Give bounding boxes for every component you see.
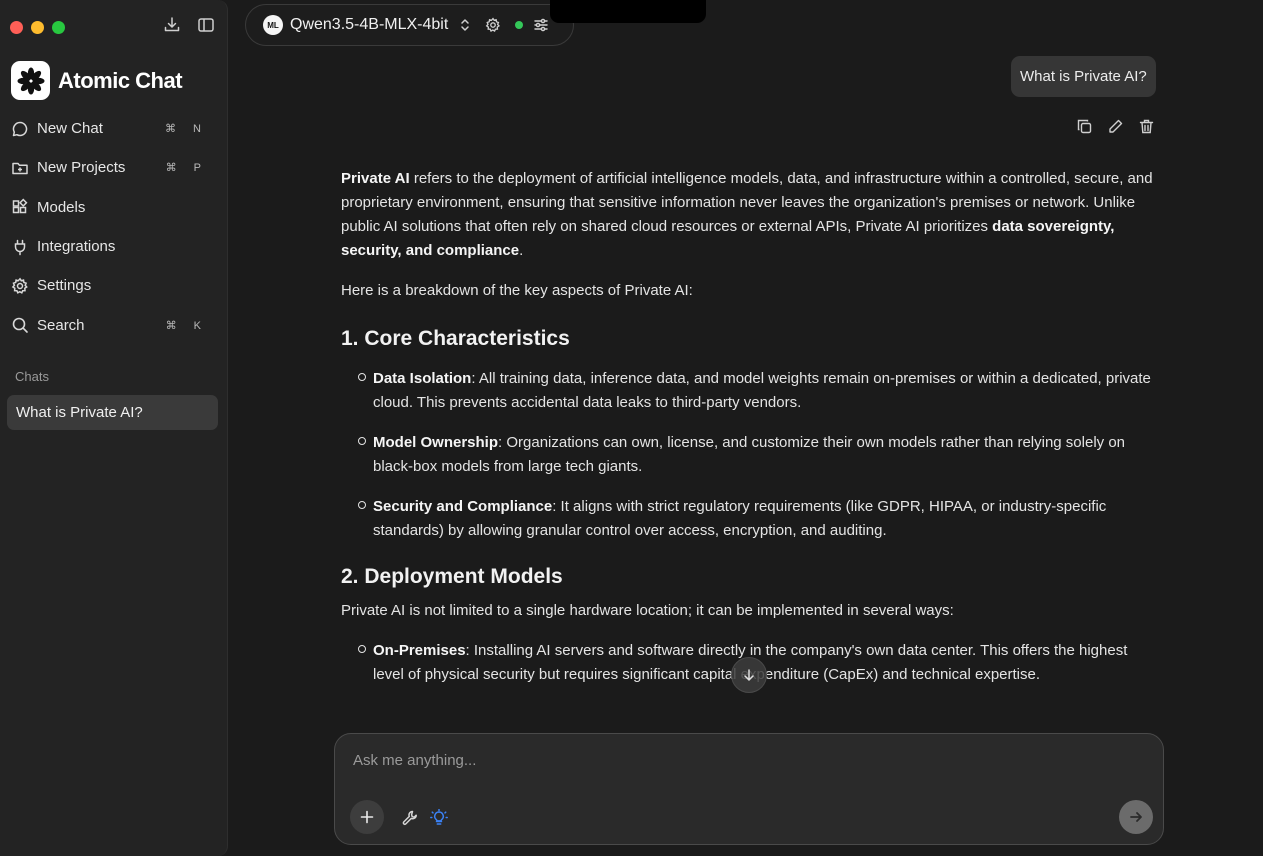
bold-term: On-Premises — [373, 642, 466, 659]
window-controls — [10, 21, 65, 34]
sidebar-item-label: New Projects — [37, 159, 126, 177]
trash-icon[interactable] — [1138, 118, 1155, 135]
sidebar-item-integrations[interactable]: Integrations — [0, 227, 228, 266]
model-name: Qwen3.5-4B-MLX-4bit — [290, 16, 449, 33]
send-arrow-icon — [1130, 812, 1142, 822]
brand: Atomic Chat — [11, 61, 183, 100]
user-message-bubble: What is Private AI? — [1011, 56, 1156, 97]
sidebar: Atomic Chat New Chat ⌘ N New Projects ⌘ … — [0, 0, 228, 856]
camera-notch — [550, 0, 706, 23]
grid-icon — [11, 198, 29, 216]
sidebar-item-new-projects[interactable]: New Projects ⌘ P — [0, 148, 228, 187]
answer-text: . — [519, 242, 524, 259]
bold-term: Security and Compliance — [373, 498, 553, 515]
message-composer — [334, 733, 1164, 845]
search-icon — [11, 316, 29, 334]
model-settings-gear-icon[interactable] — [485, 17, 501, 33]
sidebar-item-new-chat[interactable]: New Chat ⌘ N — [0, 109, 228, 148]
close-window-button[interactable] — [10, 21, 23, 34]
download-icon[interactable] — [163, 16, 181, 34]
sidebar-item-label: Integrations — [37, 238, 116, 256]
chats-heading: Chats — [15, 369, 49, 384]
bold-term: Model Ownership — [373, 434, 499, 451]
chat-history-item[interactable]: What is Private AI? — [7, 395, 218, 430]
arrow-down-icon — [744, 669, 754, 681]
sidebar-nav: New Chat ⌘ N New Projects ⌘ P Models Int… — [0, 109, 228, 345]
bullet-list: Data Isolation: All training data, infer… — [358, 367, 1161, 543]
answer-intro: Private AI refers to the deployment of a… — [341, 167, 1161, 263]
scroll-to-bottom-button[interactable] — [731, 657, 767, 693]
message-actions — [1076, 118, 1155, 135]
answer-text: : All training data, inference data, and… — [373, 370, 1151, 411]
shortcut-hint: ⌘ K — [165, 319, 208, 332]
sidebar-item-label: Search — [37, 316, 85, 334]
minimize-window-button[interactable] — [31, 21, 44, 34]
sidebar-item-settings[interactable]: Settings — [0, 266, 228, 305]
assistant-answer: Private AI refers to the deployment of a… — [341, 167, 1161, 703]
sidebar-item-label: Settings — [37, 277, 92, 295]
plug-icon — [11, 238, 29, 256]
sidebar-item-label: Models — [37, 198, 86, 216]
shortcut-hint: ⌘ P — [165, 162, 208, 175]
model-status-indicator — [515, 21, 524, 29]
chat-bubble-icon — [11, 120, 29, 138]
copy-icon[interactable] — [1076, 118, 1093, 135]
atomic-logo-icon — [11, 61, 50, 100]
sidebar-item-label: New Chat — [37, 120, 103, 138]
plus-icon — [360, 810, 374, 824]
send-button[interactable] — [1119, 800, 1153, 834]
chat-input[interactable] — [353, 752, 1133, 769]
edit-icon[interactable] — [1107, 118, 1124, 135]
wrench-icon[interactable] — [401, 809, 419, 827]
list-item: Model Ownership: Organizations can own, … — [358, 431, 1161, 479]
sidebar-toggle-icon[interactable] — [197, 16, 215, 34]
sidebar-top-actions — [163, 16, 215, 34]
section-heading: 2. Deployment Models — [341, 565, 563, 588]
app-name: Atomic Chat — [58, 67, 183, 93]
model-selector[interactable]: ML Qwen3.5-4B-MLX-4bit — [245, 4, 574, 46]
answer-breakdown: Here is a breakdown of the key aspects o… — [341, 282, 693, 299]
section-heading: 1. Core Characteristics — [341, 327, 570, 350]
sidebar-item-models[interactable]: Models — [0, 188, 228, 227]
bold-term: Data Isolation — [373, 370, 472, 387]
shortcut-hint: ⌘ N — [165, 123, 208, 136]
section-intro: Private AI is not limited to a single ha… — [341, 602, 954, 619]
bold-term: Private AI — [341, 170, 410, 187]
chevron-up-down-icon[interactable] — [457, 17, 473, 33]
list-item: Security and Compliance: It aligns with … — [358, 495, 1161, 543]
sliders-icon[interactable] — [533, 17, 549, 33]
zoom-window-button[interactable] — [52, 21, 65, 34]
model-provider-badge: ML — [263, 15, 283, 35]
folder-plus-icon — [11, 159, 29, 177]
gear-icon — [11, 277, 29, 295]
lightbulb-icon[interactable] — [430, 809, 448, 827]
add-attachment-button[interactable] — [350, 800, 384, 834]
list-item: Data Isolation: All training data, infer… — [358, 367, 1161, 415]
sidebar-item-search[interactable]: Search ⌘ K — [0, 305, 228, 344]
